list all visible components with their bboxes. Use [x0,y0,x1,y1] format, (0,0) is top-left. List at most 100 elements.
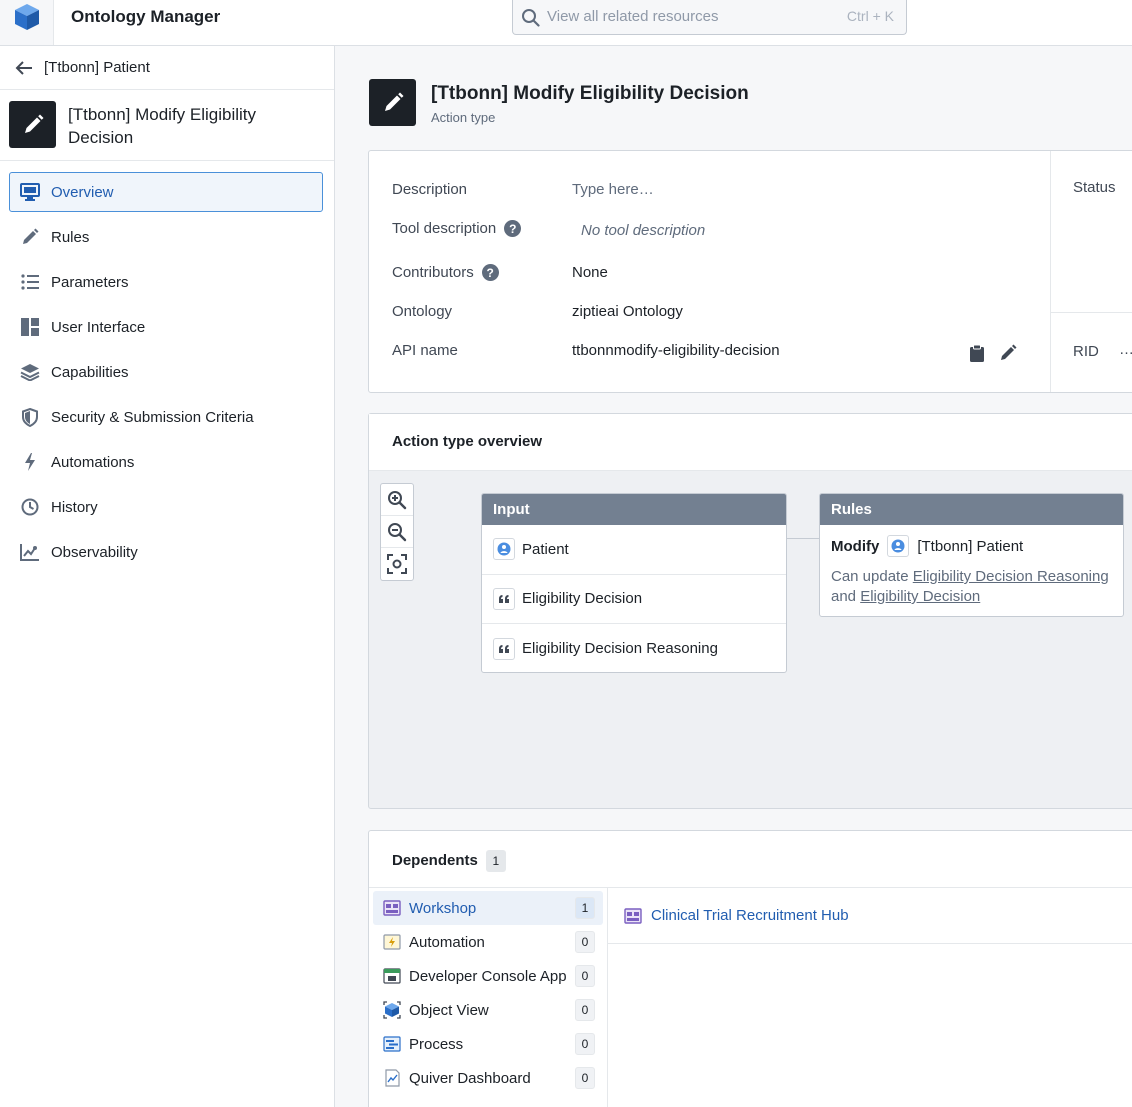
sidebar-item-observability[interactable]: Observability [9,532,323,572]
dependent-type-automation[interactable]: Automation 0 [373,925,603,959]
help-icon[interactable]: ? [504,220,522,237]
zoom-out-icon [388,522,407,541]
dependent-type-workshop[interactable]: Workshop 1 [373,891,603,925]
property-link-decision[interactable]: Eligibility Decision [860,588,980,605]
layers-icon [20,362,40,382]
object-type-icon [887,535,910,557]
list-icon [20,272,40,292]
cube-icon [14,3,39,30]
help-icon[interactable]: ? [481,264,499,281]
input-node-header: Input [482,494,786,525]
quote-icon [493,587,515,610]
dependent-type-label: Automation [409,933,485,951]
contributors-label: Contributors ? [392,264,499,281]
node-connector [787,538,819,539]
description-label: Description [392,181,468,198]
input-row-patient[interactable]: Patient [482,525,786,575]
back-link[interactable]: [Ttbonn] Patient [0,46,334,90]
properties-card: Description Type here… Tool description … [368,150,1132,393]
chart-icon [20,542,40,562]
rules-node[interactable]: Rules Modify [Ttbonn] Patient Can update… [819,493,1124,617]
dependents-card: Dependents 1 Workshop 1 Automation 0 Deve… [368,830,1132,1107]
dependent-count: 0 [575,1033,595,1055]
input-row-eligibility-decision[interactable]: Eligibility Decision [482,575,786,624]
clock-icon [20,497,40,517]
dependents-header: Dependents 1 [369,831,1132,888]
dependent-count: 1 [575,897,595,919]
input-row-label: Eligibility Decision [522,590,643,608]
sidebar-item-label: Rules [51,228,90,246]
monitor-icon [20,182,40,202]
dependent-type-quiver-dashboard[interactable]: Quiver Dashboard 0 [373,1061,603,1095]
dependent-type-developer-console-app[interactable]: Developer Console App 0 [373,959,603,993]
dependent-result-item[interactable]: Clinical Trial Recruitment Hub [608,888,1132,944]
input-row-eligibility-decision-reasoning[interactable]: Eligibility Decision Reasoning [482,624,786,674]
contributors-value: None [572,264,608,281]
process-icon [383,1036,401,1052]
rule-verb: Modify [831,537,880,555]
clipboard-icon[interactable] [969,344,985,363]
entity-header: [Ttbonn] Modify Eligibility Decision [0,90,334,161]
sidebar-item-label: History [51,498,98,516]
page-subtitle: Action type [431,110,496,125]
sidebar-nav: Overview Rules Parameters User Interface… [9,172,323,577]
sidebar-item-overview[interactable]: Overview [9,172,323,212]
sidebar-item-label: Parameters [51,273,129,291]
property-link-reasoning[interactable]: Eligibility Decision Reasoning [913,568,1109,585]
arrow-left-icon [15,60,33,76]
dependents-title: Dependents 1 [392,850,506,872]
edit-icon[interactable] [999,344,1017,363]
page-title: [Ttbonn] Modify Eligibility Decision [431,83,749,104]
back-link-label: [Ttbonn] Patient [44,59,150,76]
rid-label: RID [1073,343,1099,360]
layout-icon [20,317,40,337]
sidebar-item-user-interface[interactable]: User Interface [9,307,323,347]
zoom-in-button[interactable] [381,484,413,516]
dependent-type-process[interactable]: Process 0 [373,1027,603,1061]
sidebar-item-parameters[interactable]: Parameters [9,262,323,302]
rules-body: Modify [Ttbonn] Patient Can update Eligi… [820,525,1123,617]
overview-title: Action type overview [392,433,543,450]
tool-description-value[interactable]: No tool description [581,222,705,239]
rule-object: [Ttbonn] Patient [917,537,1024,555]
rid-value[interactable]: … [1119,341,1132,358]
dependent-result-label: Clinical Trial Recruitment Hub [651,907,849,924]
pencil-icon [20,227,40,247]
api-name-label: API name [392,342,458,359]
search-placeholder: View all related resources [547,8,719,25]
app-logo[interactable] [0,0,54,45]
search-shortcut: Ctrl + K [846,8,894,24]
sidebar-item-label: Observability [51,543,138,561]
automation-icon [383,934,401,950]
rule-desc-and: and [831,588,857,605]
app-title: Ontology Manager [71,7,221,26]
pencil-icon [9,101,56,148]
input-node[interactable]: Input Patient Eligibility Decision Eligi… [481,493,787,673]
dependent-type-object-view[interactable]: Object View 0 [373,993,603,1027]
sidebar-item-security[interactable]: Security & Submission Criteria [9,397,323,437]
sidebar-item-label: Security & Submission Criteria [51,408,254,426]
quiver-dashboard-icon [385,1069,400,1087]
contributors-label-text: Contributors [392,264,474,281]
dependent-type-label: Process [409,1035,464,1053]
dependent-count: 0 [575,1067,595,1089]
rule-line: Modify [Ttbonn] Patient [831,535,1112,557]
lightning-icon [20,452,40,472]
dependent-type-label: Object View [409,1001,489,1019]
shield-icon [20,407,40,427]
input-row-label: Eligibility Decision Reasoning [522,640,718,658]
top-bar: Ontology Manager View all related resour… [0,0,1132,46]
search-bar[interactable]: View all related resources Ctrl + K [512,0,907,35]
sidebar-item-capabilities[interactable]: Capabilities [9,352,323,392]
api-name-actions [969,344,1017,363]
fit-view-button[interactable] [381,548,413,580]
dependents-count-badge: 1 [485,850,506,872]
rule-desc-prefix: Can update [831,568,909,585]
zoom-out-button[interactable] [381,516,413,548]
sidebar-item-rules[interactable]: Rules [9,217,323,257]
sidebar-item-automations[interactable]: Automations [9,442,323,482]
quote-icon [493,637,515,660]
description-field[interactable]: Type here… [572,181,654,198]
ontology-label: Ontology [392,303,453,320]
sidebar-item-history[interactable]: History [9,487,323,527]
